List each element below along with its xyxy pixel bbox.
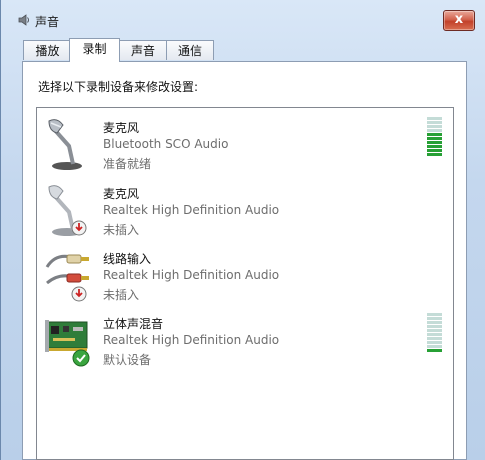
device-item-realtek-microphone[interactable]: 麦克风 Realtek High Definition Audio 未插入	[37, 178, 453, 240]
tab-label: 录制	[82, 42, 107, 56]
device-name: 麦克风	[103, 121, 140, 135]
meter-segment	[427, 117, 442, 120]
device-description: Realtek High Definition Audio	[103, 333, 280, 347]
device-description: Realtek High Definition Audio	[103, 203, 280, 217]
meter-segment	[427, 337, 442, 340]
device-status: 准备就绪	[103, 157, 152, 171]
unplugged-badge	[71, 220, 87, 236]
tab-playback[interactable]: 播放	[23, 40, 72, 60]
tab-label: 声音	[130, 44, 155, 58]
device-description: Bluetooth SCO Audio	[103, 137, 229, 151]
meter-segment	[427, 137, 442, 140]
level-meter	[427, 117, 443, 157]
meter-segment	[427, 121, 442, 124]
meter-segment	[427, 141, 442, 144]
sound-card-icon	[45, 320, 90, 367]
meter-segment	[427, 345, 442, 348]
device-item-line-in[interactable]: 线路输入 Realtek High Definition Audio 未插入	[37, 243, 453, 305]
meter-segment	[427, 325, 442, 328]
meter-segment	[427, 329, 442, 332]
meter-segment	[427, 349, 442, 352]
device-status: 默认设备	[103, 353, 152, 367]
meter-segment	[427, 317, 442, 320]
meter-segment	[427, 125, 442, 128]
tab-sounds[interactable]: 声音	[119, 40, 167, 60]
microphone-icon	[48, 185, 87, 236]
tab-label: 播放	[35, 44, 60, 58]
device-name: 线路输入	[103, 252, 152, 266]
window-title: 声音	[35, 15, 60, 29]
meter-segment	[427, 333, 442, 336]
meter-segment	[427, 153, 442, 156]
meter-segment	[427, 313, 442, 316]
device-name: 立体声混音	[103, 317, 164, 331]
sound-dialog-window: 声音 x 播放 录制 声音 通信 选择以下录制设备来修改设置: 麦克风 Blue…	[0, 0, 485, 460]
meter-segment	[427, 133, 442, 136]
meter-segment	[427, 341, 442, 344]
meter-segment	[427, 129, 442, 132]
speaker-icon	[18, 14, 29, 26]
device-status: 未插入	[103, 223, 140, 237]
default-check-badge	[72, 349, 90, 367]
device-item-bluetooth-microphone[interactable]: 麦克风 Bluetooth SCO Audio 准备就绪	[37, 112, 453, 174]
instruction-text: 选择以下录制设备来修改设置:	[38, 80, 199, 94]
recording-device-list[interactable]: 麦克风 Bluetooth SCO Audio 准备就绪 麦克风 Realtek…	[36, 107, 454, 460]
unplugged-badge	[71, 286, 87, 302]
tab-recording[interactable]: 录制	[69, 38, 120, 62]
meter-segment	[427, 145, 442, 148]
level-meter	[427, 313, 443, 353]
device-name: 麦克风	[103, 187, 140, 201]
close-button[interactable]: x	[443, 10, 475, 31]
device-item-stereo-mix[interactable]: 立体声混音 Realtek High Definition Audio 默认设备	[37, 308, 453, 370]
close-icon: x	[454, 12, 464, 27]
tab-communications[interactable]: 通信	[166, 40, 214, 60]
title-bar[interactable]: 声音 x	[1, 0, 485, 36]
device-status: 未插入	[103, 288, 140, 302]
device-description: Realtek High Definition Audio	[103, 268, 280, 282]
tab-label: 通信	[177, 44, 202, 58]
meter-segment	[427, 149, 442, 152]
meter-segment	[427, 321, 442, 324]
line-in-cable-icon	[45, 254, 89, 302]
microphone-icon	[48, 119, 82, 170]
